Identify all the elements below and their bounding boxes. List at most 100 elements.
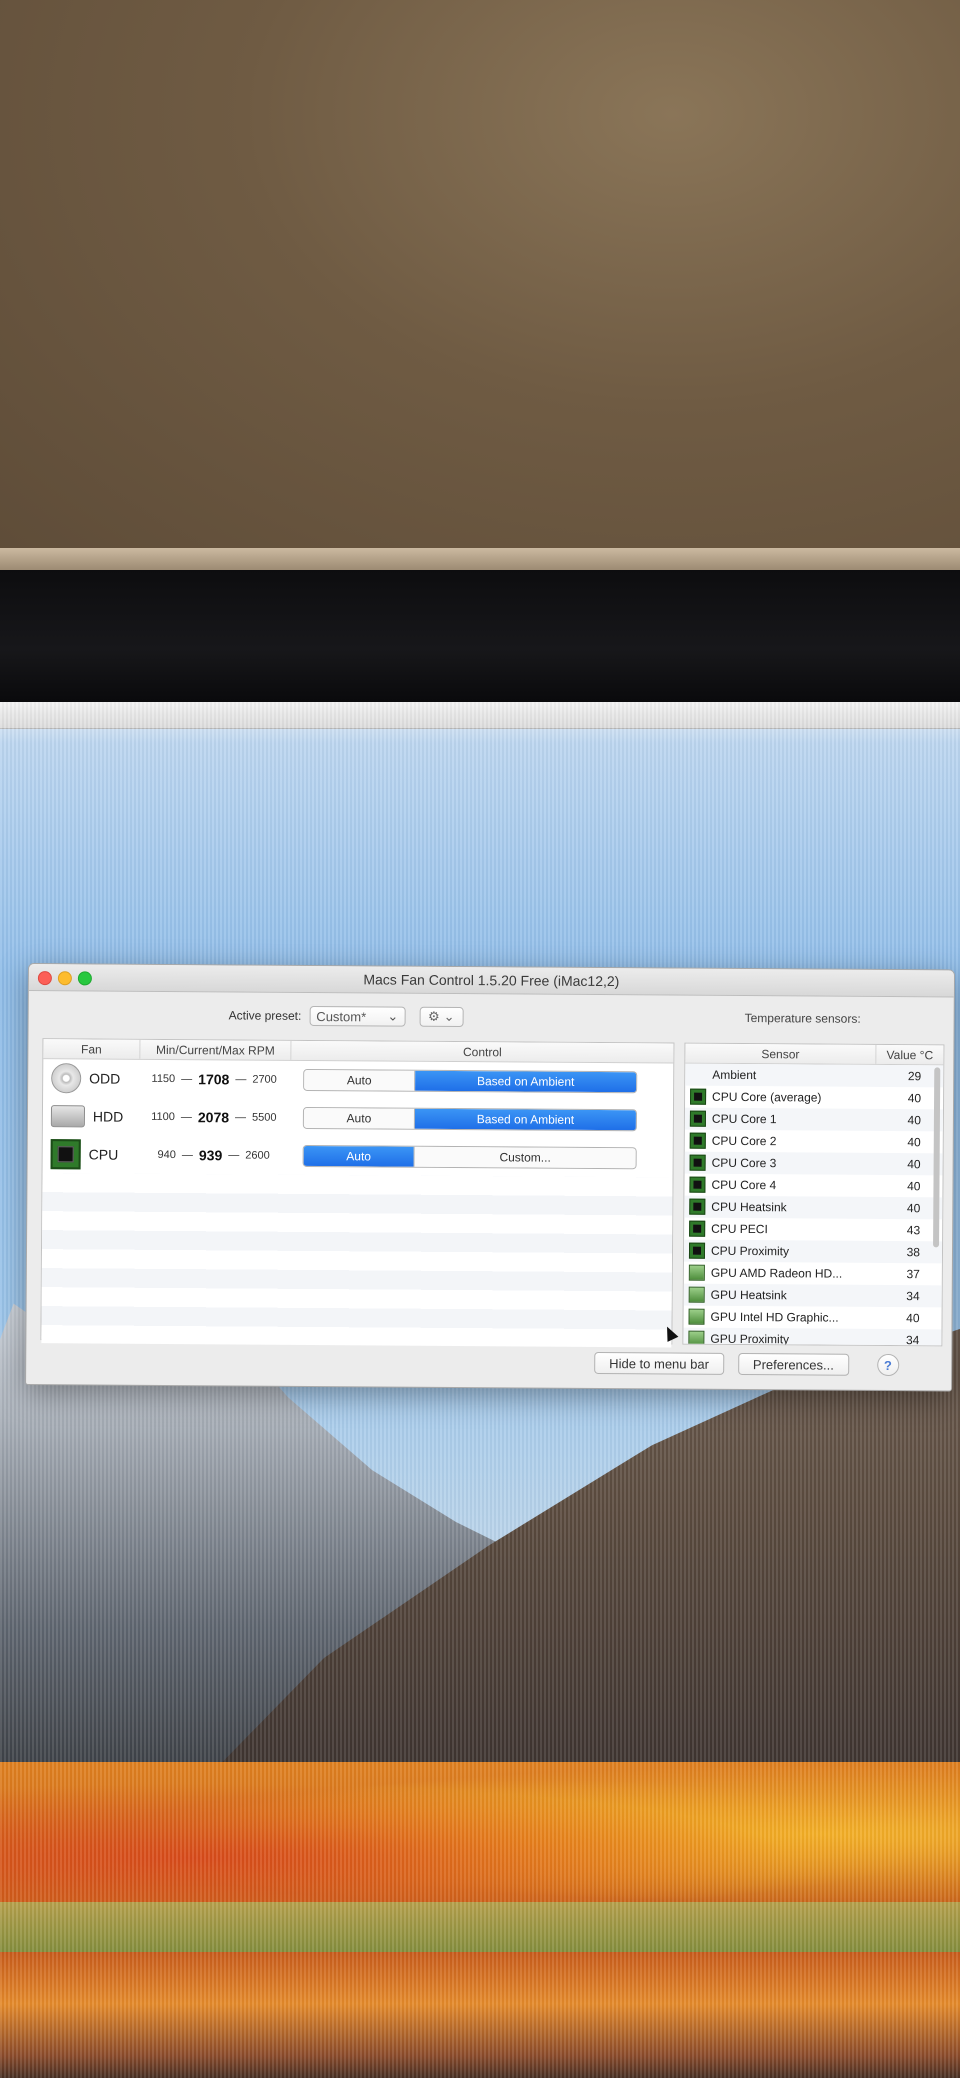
cpu-chip-icon (689, 1198, 706, 1215)
sensor-row[interactable]: GPU Intel HD Graphic... 40 (683, 1306, 941, 1330)
macs-fan-control-window: Macs Fan Control 1.5.20 Free (iMac12,2) … (25, 963, 955, 1392)
preferences-button[interactable]: Preferences... (737, 1352, 849, 1376)
menu-bar (0, 702, 960, 729)
fan-name: ODD (89, 1070, 121, 1087)
active-preset-label: Active preset: (228, 1008, 302, 1023)
sensor-name: Ambient (712, 1067, 757, 1083)
cpu-chip-icon (689, 1220, 706, 1237)
fan-name: HDD (92, 1108, 124, 1125)
sensor-name: CPU Proximity (710, 1243, 790, 1259)
fan-control-segmented: Auto Based on Ambient (303, 1068, 638, 1094)
cpu-chip-icon (50, 1139, 81, 1170)
sensor-row[interactable]: CPU Heatsink 40 (684, 1195, 943, 1220)
sensor-row[interactable]: GPU Heatsink 34 (683, 1283, 942, 1308)
wallpaper-lake (0, 1952, 960, 2078)
sensor-name: GPU Heatsink (710, 1287, 787, 1303)
rpm-column-header[interactable]: Min/Current/Max RPM (140, 1039, 292, 1060)
auto-option[interactable]: Auto (303, 1107, 415, 1129)
wall-edge (0, 548, 960, 570)
sensor-value: 40 (907, 1157, 921, 1172)
fan-current-rpm: 2078 (197, 1109, 230, 1126)
optical-disc-icon (51, 1063, 82, 1094)
control-column-header[interactable]: Control (291, 1041, 673, 1063)
fan-max-rpm: 2700 (252, 1073, 277, 1086)
gear-menu-button[interactable]: ⚙ ⌄ (419, 1006, 464, 1028)
custom-option[interactable]: Custom... (414, 1146, 636, 1169)
sensor-row[interactable]: CPU Core 4 40 (684, 1174, 942, 1198)
rpm-separator: — (235, 1073, 247, 1086)
wallpaper-autumn-trees (0, 1762, 960, 1922)
chevron-down-icon: ⌄ (443, 1008, 455, 1024)
sensor-column-header[interactable]: Sensor (685, 1043, 877, 1064)
sensor-rows: Ambient 29 CPU Core (average) 40 CPU Core … (683, 1063, 944, 1347)
fan-min-rpm: 1100 (151, 1110, 175, 1124)
sensor-name: CPU Core (average) (712, 1089, 822, 1105)
cpu-chip-icon (689, 1110, 706, 1127)
fan-name: CPU (88, 1146, 119, 1163)
sensor-value: 29 (907, 1069, 922, 1084)
close-window-button[interactable] (37, 971, 52, 986)
fan-table: Fan Min/Current/Max RPM Control ODD 1150… (40, 1038, 675, 1348)
sensor-value: 38 (906, 1245, 921, 1260)
sensor-value: 40 (906, 1311, 920, 1326)
wall-background (0, 0, 960, 570)
fan-row-odd[interactable]: ODD 1150 — 1708 — 2700 Auto Based on Amb… (43, 1059, 673, 1101)
sensor-row[interactable]: CPU Proximity 38 (683, 1239, 943, 1264)
sensor-name: CPU PECI (711, 1221, 768, 1237)
sensor-row[interactable]: GPU AMD Radeon HD... 37 (684, 1262, 942, 1286)
auto-option[interactable]: Auto (304, 1069, 416, 1091)
minimize-window-button[interactable] (57, 971, 72, 986)
fan-row-hdd[interactable]: HDD 1100 — 2078 — 5500 Auto Based on Amb… (43, 1097, 673, 1139)
fan-column-header[interactable]: Fan (43, 1039, 141, 1059)
preset-row: Active preset: Custom* ⌄ ⚙ ⌄ (229, 1003, 464, 1029)
title-bar[interactable]: Macs Fan Control 1.5.20 Free (iMac12,2) (28, 964, 954, 998)
sensor-row[interactable]: CPU Core 1 40 (684, 1107, 944, 1132)
sensor-name: GPU AMD Radeon HD... (710, 1265, 843, 1281)
rpm-separator: — (228, 1149, 240, 1162)
sensor-row[interactable]: CPU Core 3 40 (684, 1151, 943, 1176)
sensor-name: GPU Proximity (710, 1331, 790, 1347)
bottom-button-row: Hide to menu bar Preferences... ? (594, 1351, 899, 1377)
temperature-sensors-label: Temperature sensors: (744, 1011, 861, 1026)
gpu-card-icon (688, 1330, 705, 1347)
active-preset-dropdown[interactable]: Custom* ⌄ (309, 1005, 406, 1027)
auto-option[interactable]: Auto (303, 1145, 415, 1167)
hide-to-menu-bar-button[interactable]: Hide to menu bar (594, 1351, 725, 1375)
active-preset-value: Custom* (316, 1008, 367, 1024)
based-on-ambient-option[interactable]: Based on Ambient (415, 1070, 637, 1093)
sensor-name: CPU Core 2 (711, 1133, 777, 1149)
zoom-window-button[interactable] (77, 971, 92, 986)
cpu-chip-icon (689, 1132, 706, 1149)
sensor-value: 40 (907, 1091, 922, 1106)
sensor-value: 34 (906, 1289, 920, 1304)
blank-icon (690, 1067, 706, 1083)
sensor-name: CPU Core 1 (711, 1111, 777, 1127)
chevron-down-icon: ⌄ (387, 1008, 399, 1024)
value-column-header[interactable]: Value °C (876, 1045, 943, 1064)
based-on-ambient-option[interactable]: Based on Ambient (414, 1108, 636, 1131)
sensor-name: CPU Heatsink (711, 1199, 787, 1215)
sensor-row[interactable]: CPU Core (average) 40 (685, 1086, 943, 1110)
gpu-card-icon (688, 1286, 705, 1303)
sensor-name: CPU Core 3 (711, 1155, 777, 1171)
sensor-row[interactable]: GPU Proximity 34 (683, 1327, 942, 1347)
fan-max-rpm: 5500 (252, 1111, 277, 1124)
sensor-value: 37 (906, 1267, 920, 1282)
cpu-chip-icon (689, 1154, 706, 1171)
sensor-scrollbar[interactable] (933, 1067, 941, 1248)
window-title: Macs Fan Control 1.5.20 Free (iMac12,2) (363, 971, 620, 990)
fan-current-rpm: 939 (198, 1147, 223, 1164)
hard-drive-icon (50, 1105, 86, 1128)
sensor-name: CPU Core 4 (711, 1177, 777, 1193)
fan-row-cpu[interactable]: CPU 940 — 939 — 2600 Auto Custom... (43, 1135, 673, 1177)
sensor-row[interactable]: CPU Core 2 40 (685, 1130, 943, 1154)
sensor-row[interactable]: CPU PECI 43 (684, 1218, 942, 1242)
sensor-row-ambient[interactable]: Ambient 29 (685, 1063, 944, 1088)
help-button[interactable]: ? (876, 1353, 899, 1377)
sensor-value: 40 (906, 1201, 921, 1216)
sensor-name: GPU Intel HD Graphic... (710, 1309, 839, 1325)
fan-control-segmented: Auto Based on Ambient (302, 1106, 637, 1132)
gear-icon: ⚙ (428, 1008, 440, 1024)
monitor-bezel (0, 570, 960, 702)
fan-control-segmented: Auto Custom... (302, 1144, 637, 1170)
